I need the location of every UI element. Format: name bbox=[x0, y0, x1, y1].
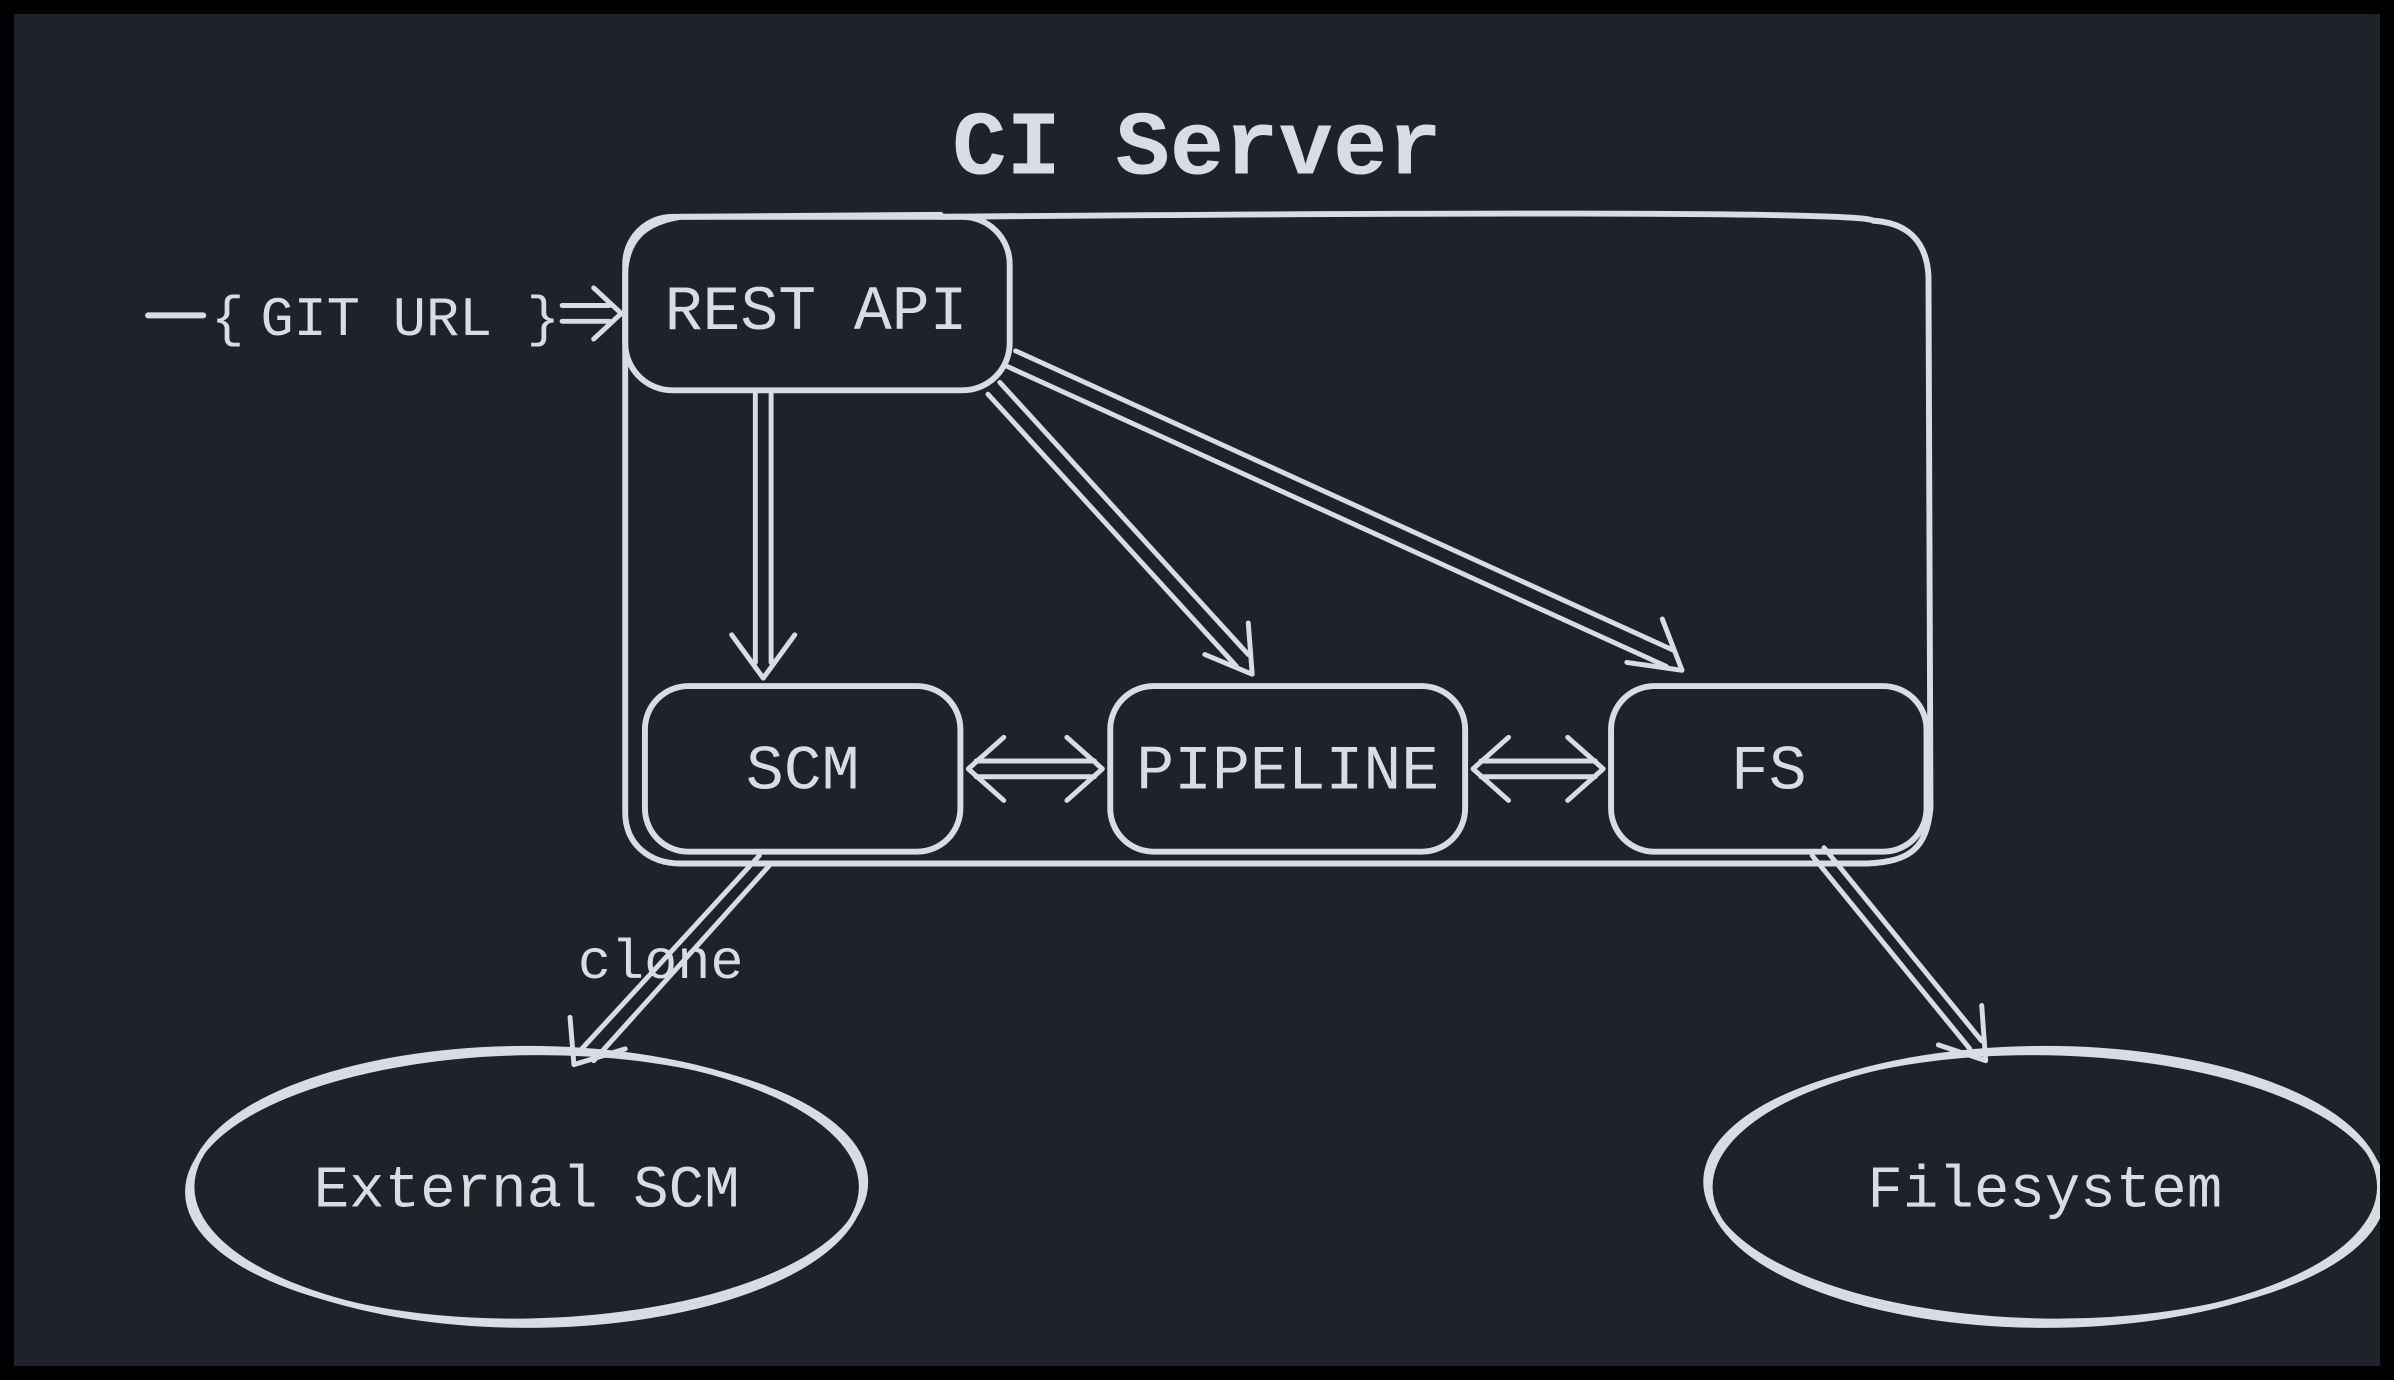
node-external-scm-label: External SCM bbox=[314, 1158, 740, 1225]
edge-restapi-to-scm bbox=[732, 394, 795, 678]
edge-giturl-to-restapi bbox=[562, 288, 621, 339]
node-rest-api-label: REST API bbox=[665, 276, 968, 348]
input-git-url-label: GIT URL bbox=[260, 289, 492, 352]
node-fs-label: FS bbox=[1731, 736, 1807, 808]
node-filesystem-label: Filesystem bbox=[1867, 1158, 2222, 1225]
edge-restapi-to-pipeline bbox=[988, 382, 1252, 674]
svg-text:{: { bbox=[211, 289, 244, 352]
edge-fs-to-filesystem bbox=[1812, 848, 1986, 1061]
input-git-url: { GIT URL } bbox=[148, 289, 560, 352]
edge-pipeline-fs bbox=[1473, 737, 1603, 800]
node-scm-label: SCM bbox=[746, 736, 860, 808]
node-filesystem: Filesystem bbox=[1703, 1047, 2380, 1327]
edge-scm-pipeline bbox=[968, 737, 1102, 800]
edge-scm-to-external-label: clone bbox=[578, 932, 744, 995]
edge-restapi-to-fs bbox=[1008, 351, 1682, 670]
diagram-title: CI Server bbox=[952, 98, 1442, 201]
edge-scm-to-external: clone bbox=[570, 856, 771, 1065]
svg-text:}: } bbox=[527, 289, 560, 352]
node-external-scm: External SCM bbox=[185, 1047, 868, 1327]
node-pipeline-label: PIPELINE bbox=[1136, 736, 1439, 808]
